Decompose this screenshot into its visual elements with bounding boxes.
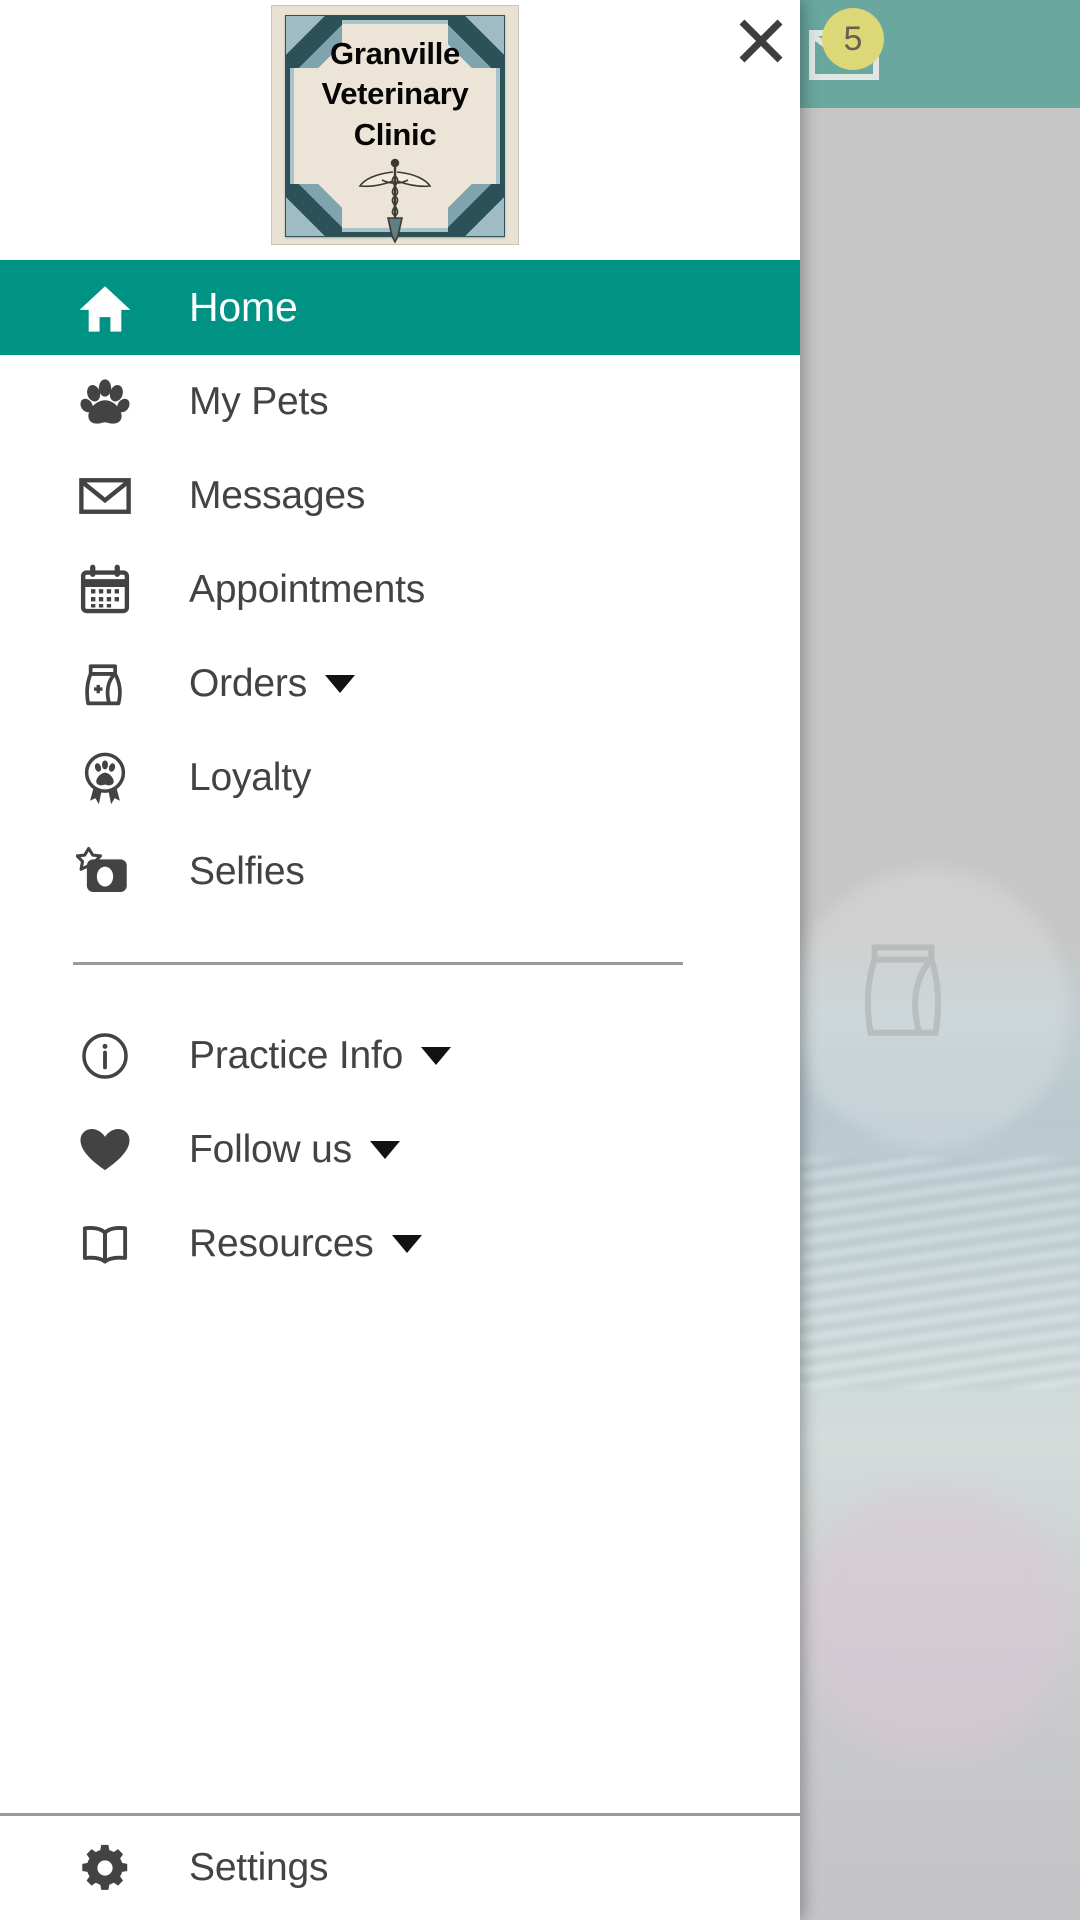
nav-item-messages[interactable]: Messages bbox=[0, 449, 800, 543]
calendar-icon bbox=[73, 558, 137, 622]
background-pink-blob bbox=[800, 1488, 1070, 1758]
nav-label: Resources bbox=[189, 1222, 374, 1265]
chevron-down-icon[interactable] bbox=[421, 1047, 452, 1065]
clinic-name-line-2: Veterinary bbox=[321, 76, 469, 112]
envelope-icon bbox=[73, 464, 137, 528]
nav-label: Settings bbox=[189, 1846, 329, 1889]
nav-item-home[interactable]: Home bbox=[0, 260, 800, 355]
nav-item-loyalty[interactable]: Loyalty bbox=[0, 731, 800, 825]
nav-label: Selfies bbox=[189, 850, 305, 893]
nav-label: My Pets bbox=[189, 380, 329, 423]
nav-item-orders[interactable]: Orders bbox=[0, 637, 800, 731]
logo-corner-ornament bbox=[448, 184, 504, 236]
paw-icon bbox=[73, 370, 137, 434]
close-drawer-button[interactable] bbox=[728, 8, 794, 74]
open-book-icon bbox=[73, 1212, 137, 1276]
clinic-logo: Granville Veterinary Clinic bbox=[271, 5, 519, 245]
drawer-footer: Settings bbox=[0, 1813, 800, 1920]
background-food-bag-icon bbox=[838, 923, 968, 1053]
unread-count-badge: 5 bbox=[822, 8, 884, 70]
nav-item-practice-info[interactable]: Practice Info bbox=[0, 1009, 800, 1103]
award-paw-icon bbox=[73, 746, 137, 810]
clinic-name-line-3: Clinic bbox=[353, 116, 437, 152]
nav-item-my-pets[interactable]: My Pets bbox=[0, 355, 800, 449]
nav-item-selfies[interactable]: Selfies bbox=[0, 825, 800, 919]
chevron-down-icon[interactable] bbox=[369, 1141, 400, 1159]
drawer-nav-list: Home My Pets Messages Appointments Order… bbox=[0, 260, 800, 1813]
nav-label: Orders bbox=[189, 662, 307, 705]
chevron-down-icon[interactable] bbox=[325, 675, 355, 693]
nav-label: Practice Info bbox=[189, 1034, 404, 1077]
nav-item-follow-us[interactable]: Follow us bbox=[0, 1103, 800, 1197]
gear-icon bbox=[73, 1836, 137, 1900]
food-bag-icon bbox=[73, 652, 137, 716]
home-icon bbox=[73, 276, 137, 340]
nav-label: Home bbox=[189, 284, 298, 330]
nav-label: Loyalty bbox=[189, 756, 312, 799]
navigation-drawer: Granville Veterinary Clinic Home My Pets… bbox=[0, 0, 800, 1920]
heart-icon bbox=[73, 1118, 137, 1182]
info-circle-icon bbox=[73, 1024, 137, 1088]
chevron-down-icon[interactable] bbox=[391, 1235, 422, 1253]
camera-star-icon bbox=[73, 840, 137, 904]
caduceus-icon bbox=[352, 156, 438, 244]
nav-item-appointments[interactable]: Appointments bbox=[0, 543, 800, 637]
background-water-texture bbox=[800, 1158, 1080, 1388]
nav-item-settings[interactable]: Settings bbox=[0, 1816, 800, 1920]
clinic-name-line-1: Granville bbox=[330, 36, 460, 71]
nav-label: Appointments bbox=[189, 568, 426, 611]
nav-item-resources[interactable]: Resources bbox=[0, 1197, 800, 1291]
logo-plate: Granville Veterinary Clinic bbox=[285, 15, 505, 244]
drawer-header: Granville Veterinary Clinic bbox=[0, 0, 800, 260]
nav-label: Messages bbox=[189, 474, 366, 517]
nav-label: Follow us bbox=[189, 1128, 352, 1171]
logo-corner-ornament bbox=[286, 184, 342, 236]
nav-section-divider bbox=[73, 962, 683, 965]
clinic-name: Granville Veterinary Clinic bbox=[290, 34, 500, 155]
